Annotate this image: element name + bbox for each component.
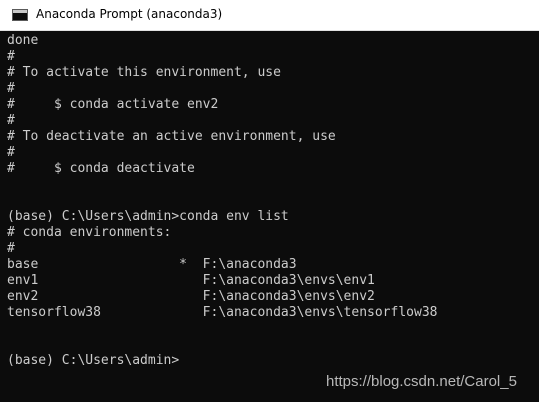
console-line: # (7, 81, 15, 96)
console-line: # To deactivate an active environment, u… (7, 129, 336, 144)
title-bar[interactable]: Anaconda Prompt (anaconda3) (0, 0, 539, 31)
env-row-tensorflow38: tensorflow38 F:\anaconda3\envs\tensorflo… (7, 305, 438, 320)
console-line: # (7, 113, 15, 128)
console-line: # (7, 145, 15, 160)
command-prompt[interactable]: (base) C:\Users\admin> (7, 353, 179, 369)
console-line: # (7, 241, 15, 256)
console-line: # conda environments: (7, 225, 172, 240)
console-line: done (7, 33, 39, 48)
env-row-env1: env1 F:\anaconda3\envs\env1 (7, 273, 375, 288)
window-title: Anaconda Prompt (anaconda3) (36, 7, 223, 21)
command-line: (base) C:\Users\admin>conda env list (7, 209, 289, 224)
console-line: # (7, 49, 15, 64)
console-output[interactable]: done # # To activate this environment, u… (0, 31, 539, 402)
console-icon (12, 9, 28, 21)
console-line: # $ conda activate env2 (7, 97, 219, 112)
env-row-env2: env2 F:\anaconda3\envs\env2 (7, 289, 375, 304)
watermark: https://blog.csdn.net/Carol_5 (326, 373, 517, 390)
console-line: # $ conda deactivate (7, 161, 195, 176)
env-row-base: base * F:\anaconda3 (7, 257, 297, 272)
console-line: # To activate this environment, use (7, 65, 281, 80)
console-window: Anaconda Prompt (anaconda3) done # # To … (0, 0, 539, 402)
